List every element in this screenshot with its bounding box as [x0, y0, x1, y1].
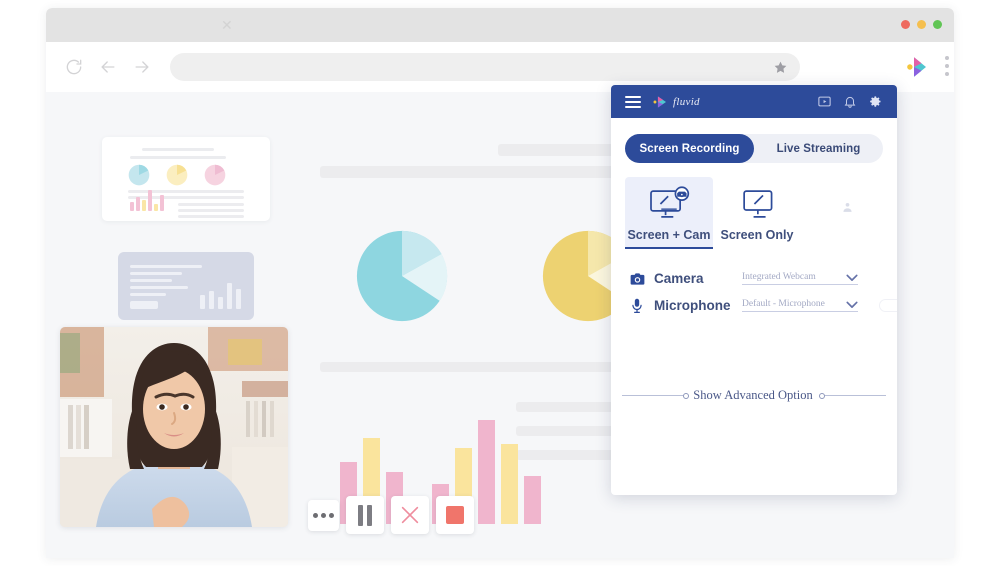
fluvid-app-panel: fluvid Screen Recording Live Streaming S…	[611, 85, 897, 495]
advanced-option-label: Show Advanced Option	[693, 388, 813, 402]
kebab-menu-icon[interactable]	[945, 56, 949, 76]
brand-logo: fluvid	[652, 95, 700, 109]
monitor-with-camera-icon	[625, 183, 713, 225]
microphone-selected-value: Default - Microphone	[742, 299, 825, 309]
show-advanced-option-row[interactable]: Show Advanced Option	[611, 388, 897, 403]
dashboard-doc-card	[102, 137, 270, 221]
mini-pie-yellow-icon	[166, 164, 188, 186]
reload-icon[interactable]	[64, 57, 84, 77]
more-options-button[interactable]	[308, 499, 339, 531]
chevron-down-icon	[846, 301, 858, 308]
microphone-source-row: Microphone Default - Microphone	[627, 292, 897, 319]
forward-arrow-icon[interactable]	[132, 57, 152, 77]
gear-icon[interactable]	[868, 94, 883, 109]
mode-screen-plus-cam[interactable]: Screen + Cam	[625, 177, 713, 249]
star-icon[interactable]	[773, 60, 788, 75]
tab-screen-recording[interactable]: Screen Recording	[625, 134, 754, 163]
camera-selected-value: Integrated Webcam	[742, 272, 816, 282]
mode-label: Screen Only	[720, 228, 794, 242]
close-icon[interactable]: ✕	[221, 18, 233, 32]
tab-live-streaming[interactable]: Live Streaming	[754, 134, 883, 163]
microphone-toggle[interactable]	[879, 299, 897, 312]
panel-header: fluvid	[611, 85, 897, 118]
camera-source-row: Camera Integrated Webcam	[627, 265, 897, 292]
doc-mini-bar-chart	[130, 187, 164, 211]
camera-select[interactable]: Integrated Webcam	[742, 272, 858, 285]
browser-tab-bar: ✕	[46, 8, 954, 42]
panel-tabs: Screen Recording Live Streaming	[625, 134, 883, 163]
minimize-window-button[interactable]	[917, 20, 926, 29]
three-dots-icon	[313, 512, 334, 518]
divider-left	[622, 395, 684, 396]
webcam-preview	[60, 327, 288, 527]
address-bar[interactable]	[170, 53, 800, 81]
microphone-label: Microphone	[654, 298, 731, 313]
stop-square-icon	[446, 506, 464, 524]
pause-icon	[358, 504, 372, 526]
microphone-select[interactable]: Default - Microphone	[742, 299, 858, 312]
window-controls	[901, 20, 942, 29]
upload-user-icon[interactable]	[841, 201, 854, 214]
capture-mode-selector: Screen + Cam Screen Only	[625, 177, 897, 249]
screenshot-root: ✕ fluvid Screen Recording Live Streaming…	[0, 0, 1000, 566]
x-cross-icon	[401, 506, 419, 524]
hamburger-menu-icon[interactable]	[625, 95, 641, 108]
stop-button[interactable]	[436, 496, 474, 534]
pause-button[interactable]	[346, 496, 384, 534]
doc-title-placeholder	[142, 148, 214, 151]
fluvid-extension-icon[interactable]	[902, 52, 932, 82]
mode-label: Screen + Cam	[625, 228, 713, 249]
divider-right	[824, 395, 886, 396]
dashboard-blue-card	[118, 252, 254, 320]
microphone-icon	[627, 298, 647, 314]
mode-screen-only[interactable]: Screen Only	[713, 177, 801, 247]
maximize-window-button[interactable]	[933, 20, 942, 29]
doc-mini-pies	[128, 164, 226, 186]
mini-pie-cyan-icon	[128, 164, 150, 186]
brand-name: fluvid	[673, 95, 700, 108]
blue-card-bar-chart	[200, 277, 241, 309]
fluvid-mark-icon	[653, 95, 667, 108]
monitor-icon	[713, 183, 801, 225]
camera-icon	[627, 272, 647, 286]
doc-subtitle-placeholder	[130, 156, 226, 159]
pie-chart-cyan	[356, 230, 448, 322]
back-arrow-icon[interactable]	[98, 57, 118, 77]
blue-card-button-placeholder	[130, 301, 158, 309]
camera-label: Camera	[654, 271, 704, 286]
recording-controls	[308, 496, 474, 534]
chevron-down-icon	[846, 274, 858, 281]
video-library-icon[interactable]	[817, 94, 832, 109]
mini-pie-pink-icon	[204, 164, 226, 186]
bell-icon[interactable]	[843, 94, 857, 109]
cancel-button[interactable]	[391, 496, 429, 534]
close-window-button[interactable]	[901, 20, 910, 29]
